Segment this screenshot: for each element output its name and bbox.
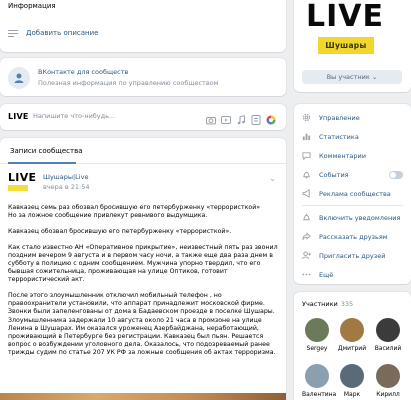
members-title: Участники	[302, 300, 338, 308]
menu-item-manage[interactable]: Управление	[294, 108, 411, 127]
menu-label: Включить уведомления	[319, 213, 401, 222]
avatar	[305, 318, 329, 342]
members-count: 335	[340, 300, 354, 308]
article-icon[interactable]	[251, 110, 261, 125]
avatar	[340, 364, 364, 388]
post-avatar-text: LIVE	[8, 171, 37, 184]
color-wheel-icon[interactable]	[266, 110, 276, 125]
camera-icon[interactable]	[206, 110, 216, 125]
info-title: Информация	[8, 2, 56, 10]
business-subtitle: Полезная информация по управлению сообще…	[38, 79, 219, 87]
member-status-button[interactable]: Вы участник ⌄	[302, 70, 402, 84]
music-icon[interactable]	[236, 110, 246, 125]
add-description-label: Добавить описание	[26, 29, 99, 37]
tab-underline	[8, 162, 76, 164]
menu-item-stats[interactable]: Статистика	[294, 127, 411, 146]
avatar	[340, 318, 364, 342]
member-item[interactable]: Кирилл	[373, 364, 403, 398]
cover-logo: LIVE	[306, 0, 384, 34]
menu-item-notifications[interactable]: Включить уведомления	[294, 208, 411, 227]
members-card: Участники 335 Sergey Дмитрий Василий Вале…	[294, 292, 411, 400]
post-composer[interactable]: LIVE Напишите что-нибудь...	[0, 104, 286, 130]
member-item[interactable]: Василий	[373, 318, 403, 352]
events-toggle[interactable]	[389, 170, 403, 179]
post-avatar-bar	[8, 185, 28, 191]
post-paragraph: Как стало известно АН «Оперативное прикр…	[8, 244, 278, 284]
gear-icon	[302, 113, 311, 122]
lines-icon	[8, 28, 18, 38]
menu-item-share[interactable]: Рассказать друзьям	[294, 227, 411, 246]
megaphone-icon	[302, 189, 311, 198]
post-header: LIVE Шушары|Live вчера в 21:54 ⌄	[8, 172, 278, 196]
post-date[interactable]: вчера в 21:54	[43, 183, 89, 191]
menu-label: Статистика	[319, 132, 359, 141]
member-name: Марк	[343, 391, 361, 398]
comment-icon	[302, 151, 311, 160]
menu-label: Комментарии	[319, 151, 366, 160]
share-icon	[302, 232, 311, 241]
member-name: Дмитрий	[337, 345, 367, 352]
composer-avatar: LIVE	[8, 112, 29, 121]
add-description-link[interactable]: Добавить описание	[8, 28, 98, 38]
community-menu: Управление Статистика Комментарии Событи…	[294, 104, 411, 284]
avatar	[376, 318, 400, 342]
member-name: Sergey	[306, 345, 328, 352]
bell-on-icon	[302, 213, 311, 222]
avatar	[376, 364, 400, 388]
member-item[interactable]: Марк	[337, 364, 367, 398]
menu-label: Рассказать друзьям	[319, 232, 388, 241]
posts-tabs: Записи сообщества	[0, 138, 286, 164]
member-item[interactable]: Sergey	[302, 318, 332, 352]
post-image[interactable]	[0, 393, 286, 400]
members-header[interactable]: Участники 335	[302, 300, 353, 308]
member-item[interactable]: Дмитрий	[337, 318, 367, 352]
menu-item-comments[interactable]: Комментарии	[294, 146, 411, 165]
menu-label: Пригласить друзей	[319, 251, 386, 260]
menu-item-invite[interactable]: Пригласить друзей	[294, 246, 411, 265]
post-paragraph: После этого злоумышленник отключил мобил…	[8, 292, 276, 356]
info-card: Информация Добавить описание	[0, 0, 286, 52]
person-icon	[8, 67, 30, 89]
menu-label: События	[319, 170, 349, 179]
chevron-down-icon[interactable]: ⌄	[269, 174, 276, 183]
post-text: Кавказец семь раз обозвал бросившую его …	[8, 204, 278, 365]
vk-business-card[interactable]: ВКонтакте для сообществ Полезная информа…	[0, 58, 286, 96]
member-name: Василий	[374, 345, 402, 352]
menu-divider	[302, 205, 403, 206]
post-paragraph: Кавказец семь раз обозвал бросившую его …	[8, 204, 261, 220]
tab-community-posts[interactable]: Записи сообщества	[10, 147, 83, 155]
posts-card: Записи сообщества LIVE Шушары|Live вчера…	[0, 138, 286, 400]
add-user-icon	[302, 251, 311, 260]
menu-label: Управление	[319, 113, 360, 122]
video-icon[interactable]	[221, 110, 231, 124]
menu-label: Ещё	[319, 270, 334, 279]
bell-icon	[302, 170, 311, 179]
business-title[interactable]: ВКонтакте для сообществ	[38, 68, 128, 76]
community-cover: LIVE Шушары Вы участник ⌄	[294, 0, 411, 92]
post-paragraph: Кавказец обозвал бросившую его петербурж…	[8, 228, 232, 236]
member-name: Валентина	[302, 391, 337, 398]
post-avatar[interactable]: LIVE	[8, 172, 36, 194]
member-item[interactable]: Валентина	[302, 364, 336, 398]
menu-item-events[interactable]: События	[294, 165, 411, 184]
composer-input[interactable]: Напишите что-нибудь...	[33, 112, 115, 120]
chart-icon	[302, 132, 311, 141]
cover-subtitle: Шушары	[318, 37, 374, 54]
post-author[interactable]: Шушары|Live	[43, 173, 88, 181]
menu-item-ads[interactable]: Реклама сообщества	[294, 184, 411, 203]
composer-tools	[206, 110, 276, 125]
menu-label: Реклама сообщества	[319, 189, 391, 198]
member-name: Кирилл	[376, 391, 400, 398]
menu-item-more[interactable]: Ещё	[294, 265, 411, 284]
more-icon	[302, 270, 311, 279]
avatar	[305, 364, 329, 388]
